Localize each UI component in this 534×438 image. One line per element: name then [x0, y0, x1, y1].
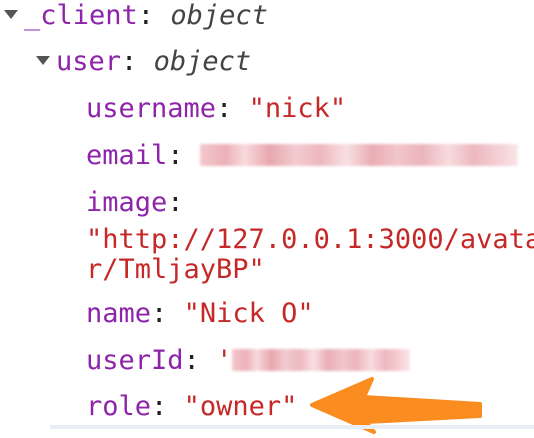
divider	[50, 425, 534, 429]
arrow-left-icon	[310, 377, 482, 434]
